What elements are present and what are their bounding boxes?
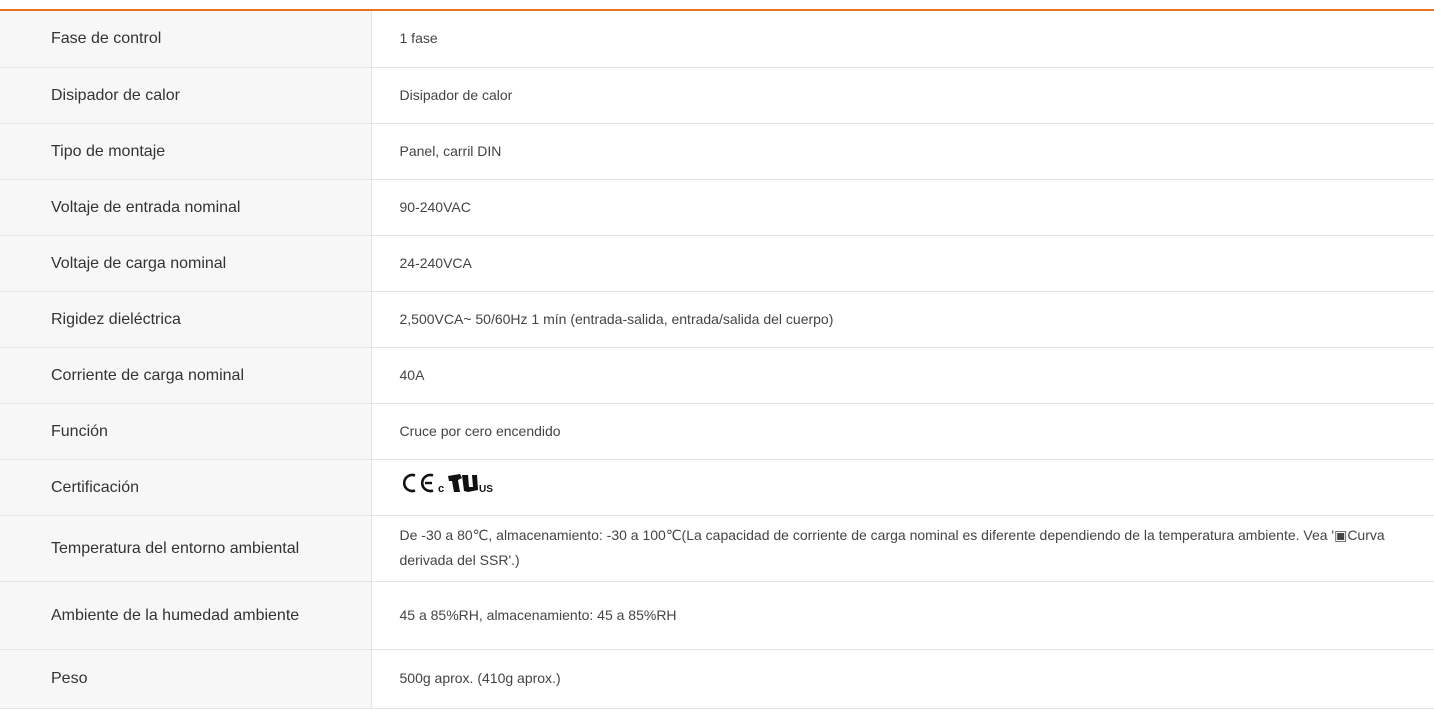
table-row: Función Cruce por cero encendido [0, 403, 1434, 460]
row-value: 45 a 85%RH, almacenamiento: 45 a 85%RH [371, 581, 1434, 650]
table-row: Fase de control 1 fase [0, 11, 1434, 68]
ce-mark-icon [402, 473, 433, 493]
row-label: Fase de control [0, 11, 372, 68]
table-row: Rigidez dieléctrica 2,500VCA~ 50/60Hz 1 … [0, 291, 1434, 348]
row-value: 24-240VCA [371, 235, 1434, 292]
table-row: Tipo de montaje Panel, carril DIN [0, 123, 1434, 180]
cul-us-mark-icon: c US [438, 474, 493, 494]
row-value: Panel, carril DIN [371, 123, 1434, 180]
table-row: Certificación c US [0, 459, 1434, 516]
row-label: Rigidez dieléctrica [0, 291, 372, 348]
table-row: Voltaje de carga nominal 24-240VCA [0, 235, 1434, 292]
svg-text:c: c [438, 483, 444, 494]
row-label: Peso [0, 649, 372, 709]
row-value-certification: c US [371, 459, 1434, 516]
row-label: Disipador de calor [0, 67, 372, 124]
table-row: Corriente de carga nominal 40A [0, 347, 1434, 404]
table-row: Ambiente de la humedad ambiente 45 a 85%… [0, 581, 1434, 650]
row-label: Temperatura del entorno ambiental [0, 515, 372, 582]
row-label: Función [0, 403, 372, 460]
table-row: Peso 500g aprox. (410g aprox.) [0, 649, 1434, 709]
table-row: Disipador de calor Disipador de calor [0, 67, 1434, 124]
table-row: Voltaje de entrada nominal 90-240VAC [0, 179, 1434, 236]
row-value: 1 fase [371, 11, 1434, 68]
row-label: Corriente de carga nominal [0, 347, 372, 404]
certification-marks: c US [400, 472, 498, 494]
row-label: Certificación [0, 459, 372, 516]
row-label: Ambiente de la humedad ambiente [0, 581, 372, 650]
table-row: Temperatura del entorno ambiental De -30… [0, 515, 1434, 582]
spec-table-container: Fase de control 1 fase Disipador de calo… [0, 0, 1434, 728]
row-value: Disipador de calor [371, 67, 1434, 124]
row-value: 500g aprox. (410g aprox.) [371, 649, 1434, 709]
row-value: 40A [371, 347, 1434, 404]
row-label: Voltaje de carga nominal [0, 235, 372, 292]
row-value: 90-240VAC [371, 179, 1434, 236]
row-label: Voltaje de entrada nominal [0, 179, 372, 236]
row-value: De -30 a 80℃, almacenamiento: -30 a 100℃… [371, 515, 1434, 582]
row-value: 2,500VCA~ 50/60Hz 1 mín (entrada-salida,… [371, 291, 1434, 348]
svg-text:US: US [479, 484, 493, 494]
spec-table: Fase de control 1 fase Disipador de calo… [0, 11, 1434, 709]
row-label: Tipo de montaje [0, 123, 372, 180]
row-value: Cruce por cero encendido [371, 403, 1434, 460]
